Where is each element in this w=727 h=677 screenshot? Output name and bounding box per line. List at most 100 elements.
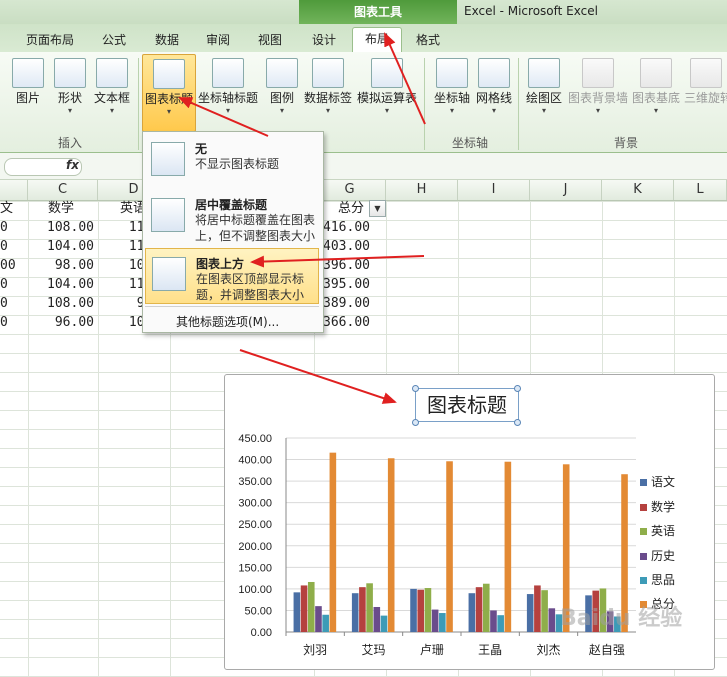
column-header-b[interactable] bbox=[0, 180, 28, 200]
chart-floor-icon bbox=[640, 58, 672, 88]
table-cell[interactable]: 0 bbox=[0, 276, 8, 294]
above-chart-title-icon bbox=[152, 257, 186, 291]
legend-item: 语文 bbox=[640, 474, 675, 490]
table-cell[interactable]: 108.00 bbox=[28, 295, 94, 313]
bar bbox=[497, 615, 504, 632]
table-cell[interactable]: 96.00 bbox=[28, 314, 94, 332]
bar bbox=[482, 583, 490, 632]
table-cell[interactable]: 0 bbox=[0, 295, 8, 313]
chart-wall-button[interactable]: 图表背景墙 ▾ bbox=[566, 54, 630, 124]
x-tick-label: 赵自强 bbox=[589, 643, 625, 657]
legend-item: 历史 bbox=[640, 548, 675, 564]
chevron-down-icon: ▾ bbox=[541, 106, 546, 115]
table-cell[interactable]: 0 bbox=[0, 314, 8, 332]
x-tick-label: 刘羽 bbox=[303, 643, 327, 657]
group-label-axes: 坐标轴 bbox=[451, 136, 488, 150]
resize-handle[interactable] bbox=[412, 385, 419, 392]
bar bbox=[359, 587, 366, 632]
table-cell[interactable]: 104.00 bbox=[28, 276, 94, 294]
bar bbox=[410, 588, 417, 632]
bar bbox=[475, 587, 483, 632]
bar bbox=[366, 583, 373, 632]
table-cell[interactable]: 0 bbox=[0, 219, 8, 237]
table-cell[interactable]: 108.00 bbox=[28, 219, 94, 237]
legend-item: 思品 bbox=[640, 572, 675, 588]
column-header-k[interactable]: K bbox=[602, 180, 674, 200]
legend-icon bbox=[266, 58, 298, 88]
axis-titles-button[interactable]: 坐标轴标题 ▾ bbox=[198, 54, 258, 124]
tab-page-layout[interactable]: 页面布局 bbox=[20, 30, 80, 50]
chart-title-icon bbox=[153, 59, 185, 89]
chevron-down-icon: ▾ bbox=[491, 106, 496, 115]
resize-handle[interactable] bbox=[412, 419, 419, 426]
chart-wall-icon bbox=[582, 58, 614, 88]
bar bbox=[468, 593, 476, 632]
gridlines-icon bbox=[478, 58, 510, 88]
cell-header-b[interactable]: 文 bbox=[0, 200, 13, 218]
bar bbox=[541, 590, 548, 632]
tab-design[interactable]: 设计 bbox=[306, 30, 342, 50]
legend-swatch bbox=[640, 528, 647, 535]
tab-data[interactable]: 数据 bbox=[149, 30, 185, 50]
y-tick-label: 400.00 bbox=[238, 455, 272, 467]
column-header-i[interactable]: I bbox=[458, 180, 530, 200]
column-header-g[interactable]: G bbox=[314, 180, 386, 200]
column-header-c[interactable]: C bbox=[28, 180, 98, 200]
legend-swatch bbox=[640, 553, 647, 560]
plot-area-button[interactable]: 绘图区 ▾ bbox=[518, 54, 570, 124]
gridlines-button[interactable]: 网格线 ▾ bbox=[468, 54, 520, 124]
column-header-l[interactable]: L bbox=[674, 180, 727, 200]
bar bbox=[307, 581, 315, 632]
y-tick-label: 200.00 bbox=[238, 541, 272, 553]
tab-formulas[interactable]: 公式 bbox=[96, 30, 132, 50]
y-tick-label: 250.00 bbox=[238, 519, 272, 531]
window-title: Excel - Microsoft Excel bbox=[464, 4, 598, 18]
bar bbox=[387, 458, 395, 632]
bar bbox=[329, 452, 337, 632]
bar bbox=[417, 589, 425, 632]
cell-header-g[interactable]: 总分 bbox=[338, 200, 364, 218]
menu-item-none[interactable]: 无 不显示图表标题 bbox=[145, 134, 319, 190]
column-header-h[interactable]: H bbox=[386, 180, 458, 200]
x-tick-label: 艾玛 bbox=[361, 643, 385, 657]
y-tick-label: 100.00 bbox=[238, 584, 272, 596]
table-cell[interactable]: 00 bbox=[0, 257, 16, 275]
menu-separator bbox=[145, 306, 319, 307]
textbox-icon bbox=[96, 58, 128, 88]
more-title-options[interactable]: 其他标题选项(M)... bbox=[176, 313, 279, 330]
filter-dropdown-icon[interactable]: ▼ bbox=[369, 200, 386, 217]
chevron-down-icon: ▾ bbox=[384, 106, 389, 115]
legend-button[interactable]: 图例 ▾ bbox=[256, 54, 308, 124]
chart-title[interactable]: 图表标题 bbox=[415, 388, 519, 422]
column-header-j[interactable]: J bbox=[530, 180, 602, 200]
menu-item-above-chart[interactable]: 图表上方 在图表区顶部显示标题，并调整图表大小 bbox=[145, 248, 319, 304]
plot-area-icon bbox=[528, 58, 560, 88]
cell-header-c[interactable]: 数学 bbox=[48, 200, 74, 218]
bar bbox=[431, 609, 439, 632]
chart-title-button[interactable]: 图表标题 ▾ bbox=[142, 54, 196, 132]
table-cell[interactable]: 98.00 bbox=[28, 257, 94, 275]
3d-rotation-button[interactable]: 三维旋转 bbox=[684, 54, 727, 124]
data-labels-button[interactable]: 数据标签 ▾ bbox=[302, 54, 354, 124]
tab-review[interactable]: 审阅 bbox=[200, 30, 236, 50]
table-cell[interactable]: 104.00 bbox=[28, 238, 94, 256]
chevron-down-icon: ▾ bbox=[225, 106, 230, 115]
tab-view[interactable]: 视图 bbox=[252, 30, 288, 50]
bar bbox=[526, 594, 534, 632]
chart-floor-button[interactable]: 图表基底 ▾ bbox=[630, 54, 682, 124]
y-tick-label: 350.00 bbox=[238, 476, 272, 488]
resize-handle[interactable] bbox=[514, 385, 521, 392]
resize-handle[interactable] bbox=[514, 419, 521, 426]
shapes-icon bbox=[54, 58, 86, 88]
legend-item: 数学 bbox=[640, 499, 675, 515]
tab-layout[interactable]: 布局 bbox=[352, 27, 402, 54]
tab-format[interactable]: 格式 bbox=[410, 30, 446, 50]
fx-icon[interactable]: fx bbox=[66, 158, 79, 172]
bar bbox=[490, 610, 497, 632]
data-labels-icon bbox=[312, 58, 344, 88]
table-cell[interactable]: 0 bbox=[0, 238, 8, 256]
x-tick-label: 刘杰 bbox=[536, 643, 560, 657]
textbox-button[interactable]: 文本框 ▾ bbox=[86, 54, 138, 124]
menu-item-centered-overlay[interactable]: 居中覆盖标题 将居中标题覆盖在图表上，但不调整图表大小 bbox=[145, 190, 319, 246]
data-table-button[interactable]: 模拟运算表 ▾ bbox=[356, 54, 418, 124]
